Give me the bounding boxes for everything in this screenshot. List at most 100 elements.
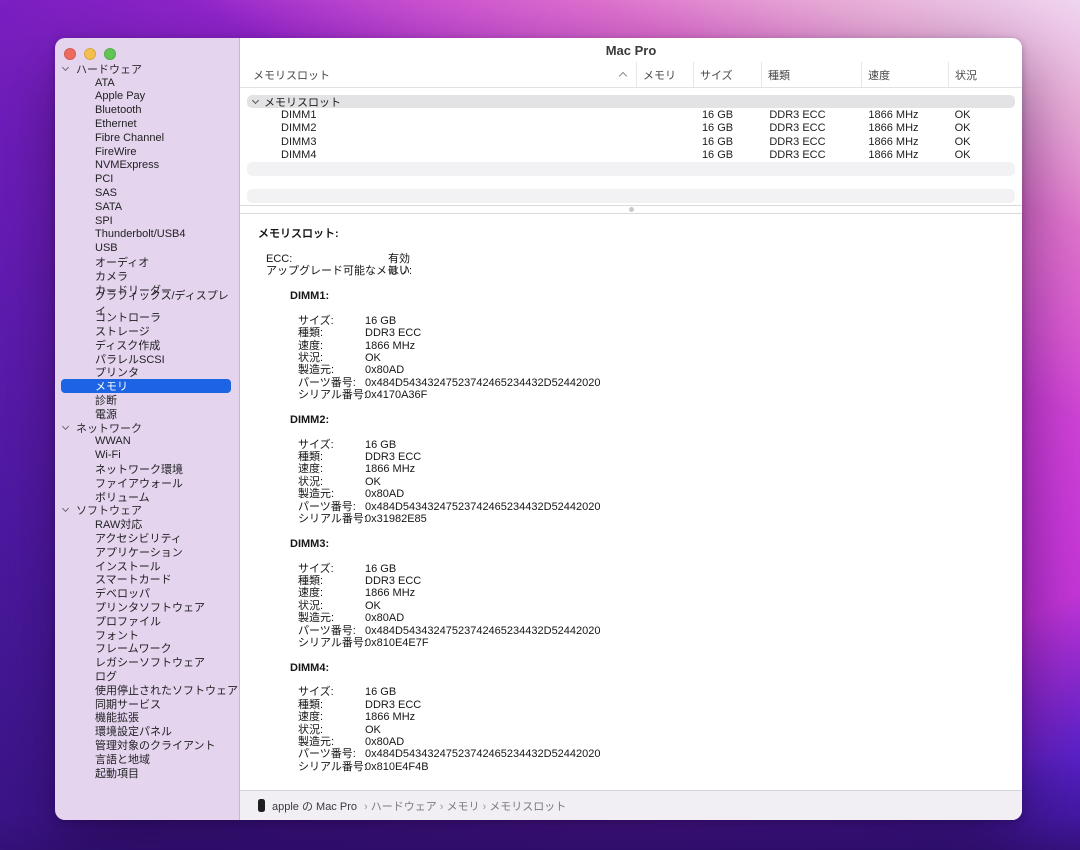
desktop-wallpaper: ハードウェアATAApple PayBluetoothEthernetFibre…: [0, 0, 1080, 850]
field-value: DDR3 ECC: [365, 451, 421, 463]
column-header-memory-slot[interactable]: メモリスロット: [240, 62, 636, 87]
field-value: OK: [365, 600, 381, 612]
table-row[interactable]: DIMM316 GBDDR3 ECC1866 MHzOK: [247, 135, 1015, 149]
sidebar-item[interactable]: 診断: [55, 393, 239, 407]
table-row[interactable]: DIMM116 GBDDR3 ECC1866 MHzOK: [247, 108, 1015, 122]
table-rows: DIMM116 GBDDR3 ECC1866 MHzOKDIMM216 GBDD…: [247, 108, 1015, 162]
sidebar-item[interactable]: Apple Pay: [55, 90, 239, 104]
chevron-down-icon[interactable]: [62, 423, 69, 430]
field-label: 速度:: [298, 711, 365, 723]
breadcrumb-item: ハードウェア: [371, 801, 437, 813]
dimm-field-line: 製造元:0x80AD: [258, 488, 1022, 500]
column-header-type[interactable]: 種類: [761, 62, 861, 87]
breadcrumb-item: メモリスロット: [489, 801, 566, 813]
field-value: 1866 MHz: [365, 587, 415, 599]
sidebar-item[interactable]: NVMExpress: [55, 159, 239, 173]
titlebar[interactable]: Mac Pro: [240, 38, 1022, 62]
sidebar-section-label: ネットワーク: [76, 420, 142, 436]
dimm-field-line: パーツ番号:0x484D54343247523742465234432D5244…: [258, 501, 1022, 513]
sidebar-item[interactable]: 同期サービス: [55, 697, 239, 711]
field-label: サイズ:: [298, 439, 365, 451]
field-label: パーツ番号:: [298, 748, 365, 760]
cell-speed: 1866 MHz: [862, 122, 948, 134]
sidebar-item-selected[interactable]: メモリ: [61, 379, 231, 393]
sidebar-item[interactable]: WWAN: [55, 435, 239, 449]
table-group-row[interactable]: メモリスロット: [247, 95, 1015, 108]
blank-line: [258, 401, 1022, 413]
chevron-down-icon[interactable]: [252, 96, 259, 103]
close-button[interactable]: [64, 48, 76, 60]
minimize-button[interactable]: [84, 48, 96, 60]
cell-type: DDR3 ECC: [763, 109, 862, 121]
dimm-field-line: 速度:1866 MHz: [258, 340, 1022, 352]
column-header-status[interactable]: 状況: [948, 62, 1015, 87]
dimm-field-line: パーツ番号:0x484D54343247523742465234432D5244…: [258, 748, 1022, 760]
sidebar-item[interactable]: パラレルSCSI: [55, 352, 239, 366]
dimm-field-line: 速度:1866 MHz: [258, 463, 1022, 475]
sort-ascending-icon: [619, 72, 627, 80]
field-value: 16 GB: [365, 686, 396, 698]
sidebar-item[interactable]: Fibre Channel: [55, 131, 239, 145]
sidebar-section[interactable]: ハードウェア: [55, 62, 239, 76]
field-value: 0x31982E85: [365, 513, 427, 525]
field-label: 状況:: [298, 724, 365, 736]
sidebar-item[interactable]: レガシーソフトウェア: [55, 655, 239, 669]
cell-type: DDR3 ECC: [763, 136, 862, 148]
sidebar-item[interactable]: プリンタ: [55, 366, 239, 380]
column-header-speed[interactable]: 速度: [861, 62, 948, 87]
sidebar-item-label: 起動項目: [95, 765, 139, 781]
blank-line: [258, 525, 1022, 537]
dimm-field-line: 製造元:0x80AD: [258, 612, 1022, 624]
dimm-field-line: シリアル番号:0x810E4E7F: [258, 637, 1022, 649]
field-value: 0x484D54343247523742465234432D52442020: [365, 748, 601, 760]
sidebar-section[interactable]: ソフトウェア: [55, 504, 239, 518]
field-label: シリアル番号:: [298, 761, 365, 773]
sidebar-item[interactable]: オーディオ: [55, 255, 239, 269]
sidebar-item[interactable]: 言語と地域: [55, 752, 239, 766]
sidebar-tree[interactable]: ハードウェアATAApple PayBluetoothEthernetFibre…: [55, 62, 239, 820]
cell-speed: 1866 MHz: [862, 109, 948, 121]
blank-line: [258, 278, 1022, 290]
field-label: 速度:: [298, 463, 365, 475]
sidebar-item-label: FireWire: [95, 146, 137, 158]
sidebar-item[interactable]: SAS: [55, 186, 239, 200]
sidebar-section[interactable]: ネットワーク: [55, 421, 239, 435]
dimm-title: DIMM2:: [258, 414, 1022, 426]
sidebar-item[interactable]: プロファイル: [55, 614, 239, 628]
chevron-down-icon[interactable]: [62, 505, 69, 512]
field-value: 0x484D54343247523742465234432D52442020: [365, 501, 601, 513]
sidebar-item[interactable]: Ethernet: [55, 117, 239, 131]
blank-line: [258, 773, 1022, 785]
column-header-memory[interactable]: メモリ: [636, 62, 693, 87]
table-row[interactable]: DIMM416 GBDDR3 ECC1866 MHzOK: [247, 149, 1015, 163]
summary-line: アップグレード可能なメモリ:はい: [258, 265, 1022, 277]
sidebar-item[interactable]: Thunderbolt/USB4: [55, 228, 239, 242]
field-label: 状況:: [298, 476, 365, 488]
pane-splitter[interactable]: [240, 205, 1022, 214]
column-header-size[interactable]: サイズ: [693, 62, 761, 87]
sidebar-item-label: USB: [95, 242, 118, 254]
chevron-down-icon[interactable]: [62, 64, 69, 71]
sidebar-item[interactable]: ATA: [55, 76, 239, 90]
cell-size: 16 GB: [696, 149, 763, 161]
details-heading: メモリスロット:: [258, 228, 1022, 240]
field-label: 速度:: [298, 340, 365, 352]
sidebar-item[interactable]: FireWire: [55, 145, 239, 159]
sidebar-item[interactable]: 起動項目: [55, 766, 239, 780]
sidebar-item-label: Wi-Fi: [95, 449, 121, 461]
breadcrumb-device: apple の Mac Pro: [272, 798, 357, 814]
sidebar-item[interactable]: PCI: [55, 172, 239, 186]
sidebar-item-label: Bluetooth: [95, 104, 141, 116]
field-value: 1866 MHz: [365, 340, 415, 352]
sidebar-item[interactable]: Bluetooth: [55, 103, 239, 117]
details-pane[interactable]: メモリスロット:ECC:有効アップグレード可能なメモリ:はいDIMM1:サイズ:…: [240, 214, 1022, 790]
empty-row-stripe: [247, 189, 1015, 203]
field-label: パーツ番号:: [298, 501, 365, 513]
sidebar-item[interactable]: SPI: [55, 214, 239, 228]
dimm-field-line: パーツ番号:0x484D54343247523742465234432D5244…: [258, 377, 1022, 389]
dimm-field-line: 状況:OK: [258, 476, 1022, 488]
sidebar-item-label: ATA: [95, 77, 115, 89]
table-row[interactable]: DIMM216 GBDDR3 ECC1866 MHzOK: [247, 122, 1015, 136]
zoom-button[interactable]: [104, 48, 116, 60]
sidebar-item[interactable]: SATA: [55, 200, 239, 214]
